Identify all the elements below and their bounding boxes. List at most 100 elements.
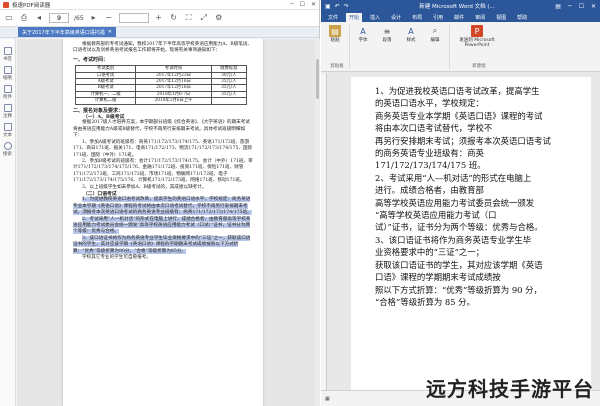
word-document-area: 1、为促进我校英语口语考试改革，提高学生 的英语口语水平，学校规定： 商务英语专… [321,73,600,390]
word-window: ▣ ↶ ↷ 新建 Microsoft Word 文档 (... ▤ ─ ☐ ✕ … [321,0,600,406]
doc-line: “合格”等级折算为 85 分。 [375,296,475,307]
tab-layout[interactable]: 布局 [409,13,425,22]
maximize-icon[interactable]: ☐ [579,3,584,10]
sidebar-item-annotation[interactable]: 注释 [3,104,12,119]
fit-page-icon[interactable]: ⛶ [184,13,194,23]
maximize-icon[interactable]: ☐ [300,1,305,8]
page-total: /65 [74,14,84,22]
pdf-tab-title: 关于2017年下半年高级英语口语托福 [22,29,105,36]
table-row: 计算机一、二级 2018年1月6-7日 35元/人 [74,90,248,99]
tab-file[interactable]: 文件 [325,13,341,22]
pdf-selected-paragraph[interactable]: 1、为促进我校英语口语考试改革，提高学生的英语口语水平，学校规定：商务英语专业本… [73,197,253,216]
table-cell [210,97,248,105]
styles-icon: A [408,26,414,36]
doc-line: 将由本次口语考试替代，学校不 [375,123,493,134]
attachment-icon [3,85,12,93]
sidebar-item-attachment[interactable]: 附件 [3,85,12,100]
pdf-paragraph: 根据2017级人才培养方案，本学期部分班级《综合英语》、《大学英语》的期末考试将… [73,120,250,139]
thumbnail-icon [3,66,12,74]
pdf-sidebar: 书签 缩略 附件 注释 文本 搜索 [0,39,16,406]
prev-page-icon[interactable]: ◂ [34,13,44,23]
pdf-heading-exam-time: 一、考试时间： [73,56,109,63]
watermark-text: 远方科技手游平台 [426,377,594,401]
pdf-selected-paragraph[interactable]: 2、考试采用“人—机对话”的形式在电脑上进行，成绩合格者，由教育部高等学校英语应… [73,216,253,236]
editing-button[interactable]: ⌕ 编辑 [425,25,445,43]
doc-line: 照以下方式折算：“优秀”等级折算为 90 分， [375,284,542,295]
font-button[interactable]: A 字体 [353,25,373,44]
doc-line: “高等学校英语应用能力考试（口 [375,210,497,221]
paste-icon: ▤ [329,25,341,37]
pdf-tabbar: 关于2017年下半年高级英语口语托福 ✕ [0,27,319,38]
rotate-icon[interactable]: ↻ [169,13,179,23]
pdf-selected-paragraph[interactable]: 3、该口语证书将作为商务英语专业学生毕业资格要求中的“三证”之一，获取该口语证书… [73,235,253,255]
pdf-titlebar: 极速PDF阅读器 ─ ☐ ✕ [0,0,319,10]
doc-line: 商务英语专业本学期《英语口语》课程的考试 [375,110,543,121]
pdf-window-title: 极速PDF阅读器 [12,2,51,9]
doc-line: 的英语口语水平，学校规定： [375,98,484,109]
settings-icon[interactable]: ⚙ [214,13,224,23]
next-page-icon[interactable]: ▸ [89,13,99,23]
minimize-icon[interactable]: ─ [568,3,572,10]
zoom-select[interactable] [118,13,149,23]
tab-view[interactable]: 视图 [493,13,509,22]
bookmark-icon [3,47,12,55]
pdf-scroll-thumb[interactable] [316,59,319,99]
pdf-intro-paragraph: 根据教育部的专考试通知，我校2017年下半年高等学校英语应用能力A、B级笔试、口… [73,42,252,54]
word-ribbon-tabs: 文件 开始 插入 设计 布局 引用 邮件 审阅 视图 帮助 [321,12,600,22]
doc-line: 试）”证书，证书分为两个等级：优秀与合格。 [375,222,543,233]
table-row: 口语考试 2017年12月23日 30元/人 [74,71,248,80]
open-file-icon[interactable]: ▭ [4,13,14,23]
ribbon-group-clipboard: ▤ 粘贴 剪贴板 [325,25,350,69]
page-number-input[interactable]: 9 [49,13,69,23]
pdf-canvas: 根据教育部的专考试通知，我校2017年下半年高等学校英语应用能力A、B级笔试、口… [17,39,320,406]
tab-home[interactable]: 开始 [346,13,363,22]
doc-line: 高等学校英语应用能力考试委员会统一颁发 [375,197,535,208]
doc-line: 再另行安排期末考试；须报考本次英语口语考试 [375,135,551,146]
pdf-paragraph: 2、参加B级考试的班级有：会计171/172/173/174/175、会计（中外… [73,158,253,184]
ribbon-group-label: 剪贴板 [330,64,344,69]
pdf-scrollbar[interactable] [315,39,320,406]
ribbon-group-editing: A 字体 ≡ 段落 A 样式 ⌕ 编辑 [353,25,450,69]
tab-help[interactable]: 帮助 [514,13,530,22]
sidebar-item-bookmark[interactable]: 书签 [3,47,12,62]
zoom-out-icon[interactable]: − [104,13,114,23]
sidebar-item-thumbnail[interactable]: 缩略 [3,66,12,81]
powerpoint-icon: P [471,25,483,37]
send-to-powerpoint-button[interactable]: P 发送到 Microsoft PowerPoint [453,25,501,48]
sidebar-item-search[interactable]: 搜索 [3,142,12,157]
styles-button[interactable]: A 样式 [401,25,421,44]
tab-mailings[interactable]: 邮件 [451,13,467,22]
font-icon: A [360,26,366,36]
save-icon[interactable]: ▣ [325,3,331,10]
tab-close-icon[interactable]: ✕ [108,29,112,35]
word-page[interactable]: 1、为促进我校英语口语考试改革，提高学生 的英语口语水平，学校规定： 商务英语专… [351,77,591,390]
pdf-document-tab[interactable]: 关于2017年下半年高级英语口语托福 ✕ [18,27,116,37]
paragraph-button[interactable]: ≡ 段落 [377,25,397,44]
redo-icon[interactable]: ↷ [344,3,349,10]
paste-button[interactable]: ▤ 粘贴 [325,25,345,43]
undo-icon[interactable]: ↶ [335,3,340,10]
tab-design[interactable]: 设计 [388,13,404,22]
pdf-reader-window: 极速PDF阅读器 ─ ☐ ✕ ▭ ⎙ ◂ 9 /65 ▸ − + ↻ ⛶ ⤢ ⚙… [0,0,320,406]
close-icon[interactable]: ✕ [311,1,316,8]
sidebar-item-text[interactable]: 文本 [3,123,12,138]
fullscreen-icon[interactable]: ⤢ [199,13,209,23]
print-icon[interactable]: ⎙ [19,13,29,23]
paragraph-icon: ≡ [383,26,391,36]
zoom-in-icon[interactable]: + [154,13,164,23]
tab-review[interactable]: 审阅 [472,13,488,22]
ribbon-display-icon[interactable]: ▤ [555,3,561,10]
tab-references[interactable]: 引用 [430,13,446,22]
doc-line: 1、为促进我校英语口语考试改革，提高学生 [375,86,540,96]
word-titlebar: ▣ ↶ ↷ 新建 Microsoft Word 文档 (... ▤ ─ ☐ ✕ [321,0,600,12]
proofing-icon[interactable]: ▦ [325,396,330,402]
pdf-app-logo-icon [3,1,9,8]
minimize-icon[interactable]: ─ [290,1,294,8]
close-icon[interactable]: ✕ [591,3,596,10]
search-icon: ⌕ [432,26,438,35]
ribbon-group-new: P 发送到 Microsoft PowerPoint 新建组 [453,25,505,69]
pdf-paragraph: 学校其它专业的学生可自愿报考。 [82,255,151,260]
search-icon [3,142,12,150]
vertical-ruler [321,73,327,390]
tab-insert[interactable]: 插入 [367,13,383,22]
